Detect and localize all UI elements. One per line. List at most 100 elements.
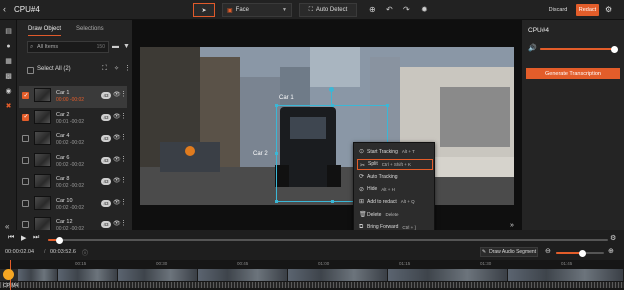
ruler-tick: 01:15 [399,261,411,266]
more-options-icon[interactable]: ⋮ [120,133,127,141]
filter-icon[interactable]: ▼ [123,43,130,50]
more-options-icon[interactable]: ⋮ [120,219,127,227]
item-checkbox[interactable] [22,221,29,228]
menu-item-add-to-redact[interactable]: ⊞ Add to redact Alt + Q [357,196,433,207]
menu-item-start-tracking[interactable]: ⊙ Start Tracking Alt + T [357,146,433,157]
media-icon[interactable]: ▩ [4,73,13,81]
item-checkbox[interactable] [22,113,29,121]
gears-icon[interactable]: ⚙ [605,5,612,14]
item-thumbnail [34,131,51,145]
focus-icon[interactable]: ⛶ [102,65,107,73]
generate-transcription-button[interactable]: Generate Transcription [526,68,620,79]
previous-icon[interactable]: ⏮ [8,234,14,242]
list-item[interactable]: Car 200:01 -00:0243👁⋮ [19,108,127,130]
search-icon: ⌕ [30,44,34,50]
menu-item-label: Start Tracking [367,148,398,155]
item-time: 00:00 -00:02 [56,97,85,103]
search-placeholder: All Items [37,44,59,50]
item-checkbox[interactable] [22,199,29,207]
list-item[interactable]: Car 6 00:02 -00:02 43 👁 ⋮ [19,151,127,173]
progress-track[interactable] [48,239,608,241]
select-all-checkbox[interactable] [27,67,34,74]
time-separator: / [44,249,46,255]
video-frame[interactable]: Car 1 Car 2 [140,47,514,205]
info-icon[interactable]: ⓘ [82,248,88,257]
ai-icon[interactable]: ✧ [114,65,119,72]
settings-icon[interactable]: ⚙ [610,234,616,242]
auto-detect-button[interactable]: ⛶ Auto Detect [299,3,357,17]
tool-rail: ▤ ● ▦ ▩ ◉ ✖ [0,20,17,230]
video-track[interactable] [0,269,624,281]
auto-track-icon: ⟳ [359,174,365,181]
list-item[interactable]: Car 4 00:02 -00:02 43 👁 ⋮ [19,129,127,151]
tab-selections[interactable]: Selections [76,26,104,32]
redo-icon[interactable]: ↷ [403,5,410,14]
track-label: CP M4 [3,283,19,289]
item-checkbox[interactable] [22,178,29,185]
list-item[interactable]: Car 8 00:02 -00:02 43 👁 ⋮ [19,172,127,194]
more-options-icon[interactable]: ⋮ [120,155,127,163]
more-icon[interactable]: ⋮ [124,64,131,72]
project-title: CPU#4 [14,5,40,14]
hide-icon: ⊘ [359,186,365,193]
pointer-tool-button[interactable]: ➤ [193,3,215,17]
playhead-handle[interactable] [3,269,14,280]
menu-item-hide[interactable]: ⊘ Hide Alt + H [357,184,433,195]
menu-item-label: Hide [367,186,378,193]
item-count-badge: 43 [101,178,111,185]
play-icon[interactable]: ▶ [21,234,26,242]
next-icon[interactable]: ⏭ [33,234,39,242]
more-options-icon[interactable]: ⋮ [120,112,127,120]
list-view-icon[interactable]: ▬ [112,43,119,50]
record-icon[interactable]: ● [4,43,13,51]
item-checkbox[interactable] [22,156,29,164]
item-name: Car 12 [56,219,73,225]
more-options-icon[interactable]: ⋮ [120,90,127,98]
auto-detect-label: Auto Detect [315,7,348,13]
list-item[interactable]: Car 10 00:02 -00:02 43 👁 ⋮ [19,194,127,216]
zoom-knob[interactable] [578,249,586,257]
search-count: 150 [96,44,105,50]
redact-button[interactable]: Redact [576,4,599,16]
volume-knob[interactable] [610,45,618,53]
zoom-out-icon[interactable]: ⊖ [545,247,551,255]
document-icon[interactable]: ▤ [4,28,13,36]
search-input[interactable]: ⌕ All Items 150 [27,41,109,53]
settings-gear-icon[interactable]: ✹ [421,5,428,14]
tab-draw-object[interactable]: Draw Object [28,26,62,36]
item-name: Car 10 [56,197,73,204]
target-icon[interactable]: ⊕ [369,5,376,14]
properties-panel: CPU#4 🔊 Generate Transcription [522,20,624,230]
item-checkbox[interactable] [22,135,29,142]
back-arrow-icon[interactable]: ‹ [3,4,6,14]
progress-knob[interactable] [55,236,63,244]
scissors-icon: ✂ [360,162,366,169]
draw-audio-segment-button[interactable]: ✎ Draw Audio Segment [480,247,538,257]
layers-icon[interactable]: ▦ [4,58,13,66]
tools-icon[interactable]: ✖ [4,103,13,111]
menu-item-auto-tracking[interactable]: ⟳ Auto Tracking [357,171,433,182]
more-options-icon[interactable]: ⋮ [120,176,127,184]
zoom-in-icon[interactable]: ⊕ [608,247,614,255]
rotate-handle[interactable] [329,87,334,92]
menu-item-delete[interactable]: 🗑 Delete Delete [357,209,433,220]
menu-item-label: Split [368,161,378,168]
list-item[interactable]: Car 100:00 -00:0243👁⋮ [19,86,127,108]
ruler-tick: 01:00 [318,261,330,266]
menu-item-split[interactable]: ✂ Split Ctrl + Shift + K [357,158,433,170]
more-options-icon[interactable]: ⋮ [120,198,127,206]
object-label-car-2: Car 2 [253,151,268,157]
objects-panel: Draw Object Selections ⌕ All Items 150 ▬… [17,20,148,232]
expand-panel-icon[interactable]: » [510,222,514,229]
volume-icon[interactable]: 🔊 [528,44,537,52]
face-icon: ▣ [227,7,233,14]
item-name: Car 8 [56,176,70,182]
undo-icon[interactable]: ↶ [386,5,393,14]
face-detect-icon[interactable]: ◉ [4,88,13,96]
timeline[interactable]: 00:15 00:30 00:45 01:00 01:15 01:30 01:45 CP M… [0,260,624,290]
item-count-badge: 43 [101,156,111,164]
discard-button[interactable]: Discard [543,4,573,16]
audio-waveform[interactable] [0,282,624,288]
detection-type-select[interactable]: ▣ Face ▼ [222,3,292,17]
item-checkbox[interactable] [22,92,29,99]
